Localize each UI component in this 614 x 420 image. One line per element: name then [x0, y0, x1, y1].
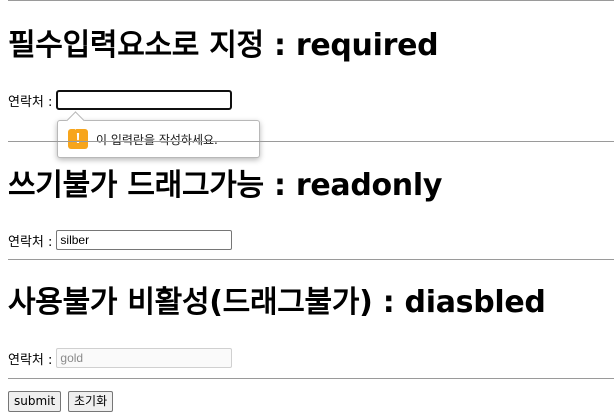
contact-label: 연락처 : — [8, 234, 53, 250]
contact-row-disabled: 연락처 : — [8, 347, 233, 369]
section-title-disabled: 사용불가 비활성(드래그불가) : diasbled — [8, 285, 546, 320]
section-title-readonly: 쓰기불가 드래그가능 : readonly — [8, 168, 443, 203]
reset-button[interactable]: 초기화 — [68, 391, 114, 412]
validation-message: 이 입력란을 작성하세요. — [96, 132, 218, 147]
divider-2 — [8, 259, 614, 260]
contact-row-required: 연락처 : — [8, 89, 233, 111]
contact-label: 연락처 : — [8, 94, 53, 110]
divider-3 — [8, 378, 614, 379]
tooltip-arrow — [66, 111, 85, 130]
contact-input-required[interactable] — [56, 90, 233, 110]
section-title-required: 필수입력요소로 지정 : required — [8, 28, 439, 63]
submit-button[interactable]: submit — [8, 391, 62, 412]
warning-icon: ! — [68, 129, 88, 149]
contact-label: 연락처 : — [8, 352, 53, 368]
contact-input-disabled — [56, 348, 233, 368]
contact-input-readonly[interactable] — [56, 230, 233, 250]
top-divider — [8, 0, 614, 1]
contact-row-readonly: 연락처 : — [8, 229, 233, 251]
divider-1 — [8, 141, 614, 142]
validation-tooltip: ! 이 입력란을 작성하세요. — [57, 111, 260, 158]
